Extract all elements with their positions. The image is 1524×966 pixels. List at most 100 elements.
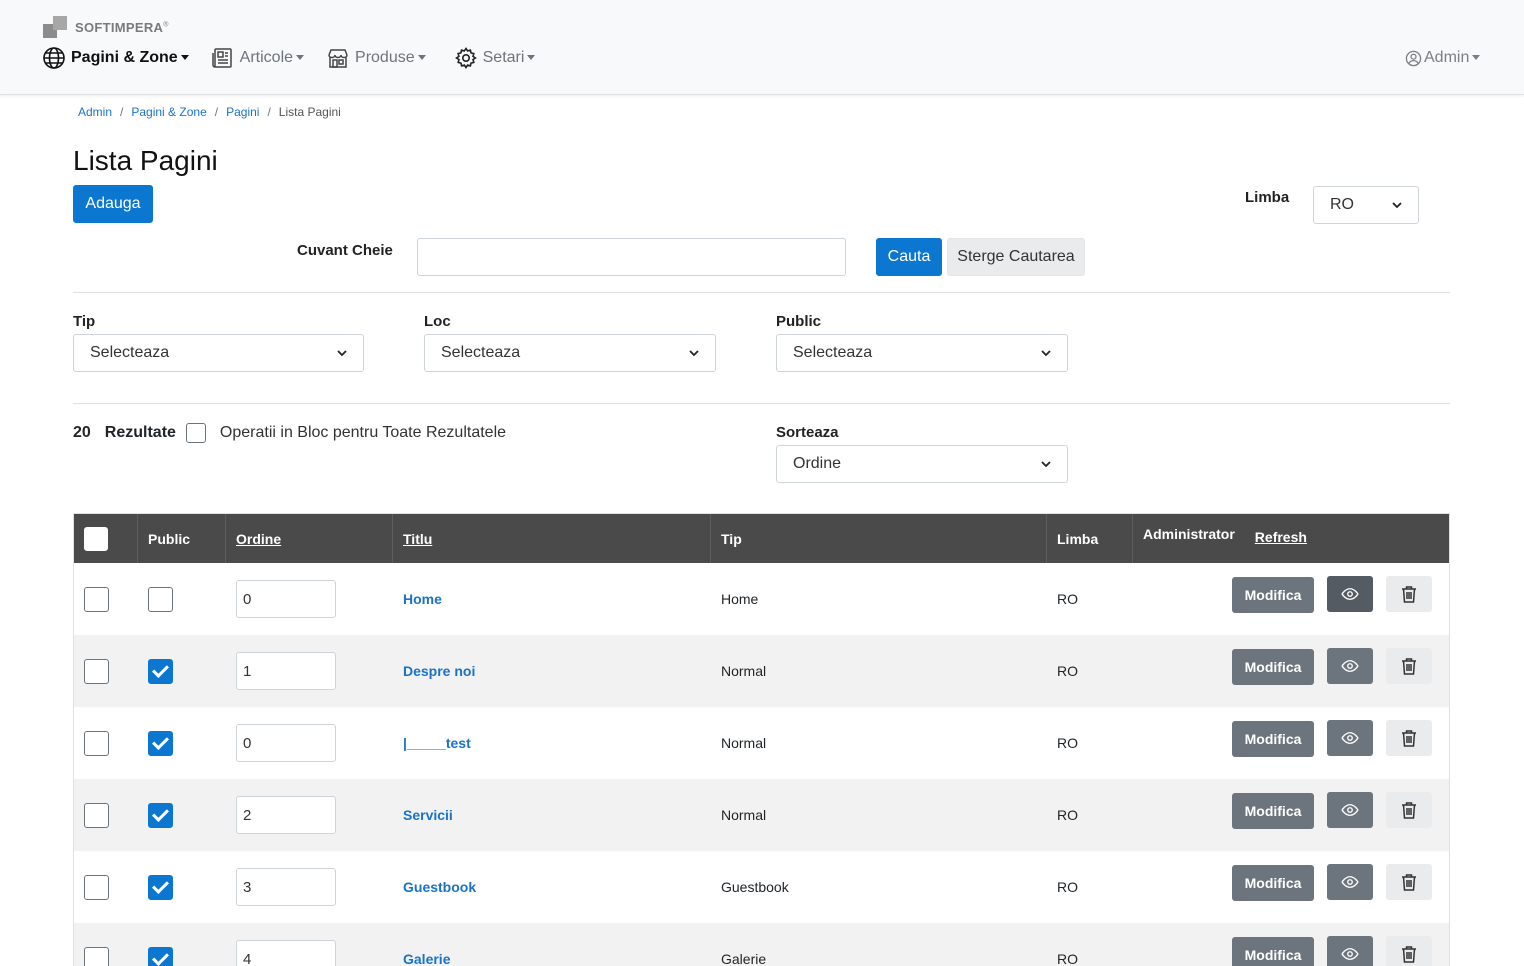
view-button[interactable] [1327,792,1373,828]
row-ordine-cell: 4 [236,923,336,966]
row-public-checkbox[interactable] [148,946,173,966]
breadcrumb-link-admin[interactable]: Admin [78,105,112,119]
caret-down-icon [417,54,426,60]
chevron-down-icon [689,350,699,357]
brand-logo[interactable]: SOFTIMPERA® [43,16,169,38]
row-public-checkbox[interactable] [148,874,173,900]
view-button[interactable] [1327,648,1373,684]
user-menu-label: Admin [1424,49,1470,66]
nav-item-produse[interactable]: Produse [326,46,426,70]
sort-titlu-link[interactable]: Titlu [403,531,432,547]
delete-button[interactable] [1386,936,1432,966]
delete-button[interactable] [1386,648,1432,684]
row-ordine-input[interactable]: 0 [236,580,336,618]
delete-button[interactable] [1386,720,1432,756]
add-button[interactable]: Adauga [73,185,153,223]
eye-icon [1341,660,1359,672]
search-button[interactable]: Cauta [876,238,942,276]
keyword-input[interactable] [417,238,846,276]
row-public-checkbox[interactable] [148,802,173,828]
nav-label: Pagini & Zone [71,49,178,66]
sort-ordine-link[interactable]: Ordine [236,531,281,547]
view-button[interactable] [1327,936,1373,966]
row-limba-cell: RO [1057,563,1078,635]
header-titlu: Titlu [393,514,711,563]
language-select[interactable]: RO [1313,186,1419,224]
row-ordine-cell: 2 [236,779,336,851]
row-title-link[interactable]: Despre noi [403,663,475,679]
filter-tip-label: Tip [73,313,96,330]
nav-item-articole[interactable]: Articole [211,46,305,70]
breadcrumb-link-pagini-zone[interactable]: Pagini & Zone [131,105,206,119]
view-button[interactable] [1327,864,1373,900]
row-public-checkbox[interactable] [148,586,173,612]
refresh-link[interactable]: Refresh [1255,529,1307,545]
nav-item-setari[interactable]: Setari [454,46,536,70]
row-title-link[interactable]: Home [403,591,442,607]
row-select-checkbox[interactable] [84,586,109,612]
brand-name: SOFTIMPERA [75,19,164,35]
bulk-operations-checkbox[interactable] [185,423,206,443]
row-tip: Normal [721,807,767,823]
view-button[interactable] [1327,576,1373,612]
row-title-link[interactable]: Galerie [403,951,450,966]
row-ordine-input[interactable]: 2 [236,796,336,834]
breadcrumb-link-pagini[interactable]: Pagini [226,105,259,119]
sort-label: Sorteaza [776,424,839,441]
language-select-value: RO [1330,196,1354,213]
filter-public-value: Selecteaza [793,344,873,361]
row-titlu-cell: Servicii [403,779,453,851]
edit-button[interactable]: Modifica [1232,793,1314,829]
row-public-checkbox[interactable] [148,730,173,756]
view-button[interactable] [1327,720,1373,756]
row-select-checkbox[interactable] [84,658,109,684]
header-select-cell [74,514,138,563]
eye-icon [1341,804,1359,816]
row-limba-cell: RO [1057,707,1078,779]
delete-button[interactable] [1386,576,1432,612]
edit-button[interactable]: Modifica [1232,937,1314,966]
edit-button[interactable]: Modifica [1232,721,1314,757]
row-limba: RO [1057,807,1078,823]
row-select-checkbox[interactable] [84,802,109,828]
newspaper-icon [211,48,232,68]
edit-button[interactable]: Modifica [1232,649,1314,685]
edit-button[interactable]: Modifica [1232,865,1314,901]
sort-select[interactable]: Ordine [776,445,1068,483]
trash-icon [1402,658,1416,675]
row-ordine-input[interactable]: 1 [236,652,336,690]
row-tip-cell: Normal [721,707,766,779]
nav-item-pagini-zone[interactable]: Pagini & Zone [42,46,189,70]
row-select-checkbox[interactable] [84,730,109,756]
header-ordine: Ordine [226,514,393,563]
row-select-checkbox[interactable] [84,946,109,966]
delete-button[interactable] [1386,864,1432,900]
edit-button[interactable]: Modifica [1232,577,1314,613]
filter-tip-select[interactable]: Selecteaza [73,334,364,372]
row-public-cell [148,635,173,707]
row-public-checkbox[interactable] [148,658,173,684]
results-label: Rezultate [104,424,176,441]
results-count: 20 [73,424,91,441]
row-title-link[interactable]: Servicii [403,807,453,823]
filter-public-select[interactable]: Selecteaza [776,334,1068,372]
user-menu[interactable]: Admin [1405,49,1481,67]
clear-search-button[interactable]: Sterge Cautarea [947,238,1085,276]
row-title-link[interactable]: |_____test [403,735,471,751]
row-select-cell [84,923,109,966]
main-nav: Pagini & Zone Articole Produse Setari [42,46,557,70]
delete-button[interactable] [1386,792,1432,828]
row-select-checkbox[interactable] [84,874,109,900]
row-public-cell [148,707,173,779]
row-ordine-input[interactable]: 4 [236,940,336,966]
filter-loc-select[interactable]: Selecteaza [424,334,716,372]
row-titlu-cell: |_____test [403,707,471,779]
table-row: 0 |_____test Normal RO Modifica [74,707,1449,779]
row-limba-cell: RO [1057,923,1078,966]
row-ordine-input[interactable]: 3 [236,868,336,906]
row-limba: RO [1057,879,1078,895]
page-title: Lista Pagini [73,145,218,176]
row-ordine-input[interactable]: 0 [236,724,336,762]
select-all-checkbox[interactable] [84,526,108,551]
row-title-link[interactable]: Guestbook [403,879,476,895]
